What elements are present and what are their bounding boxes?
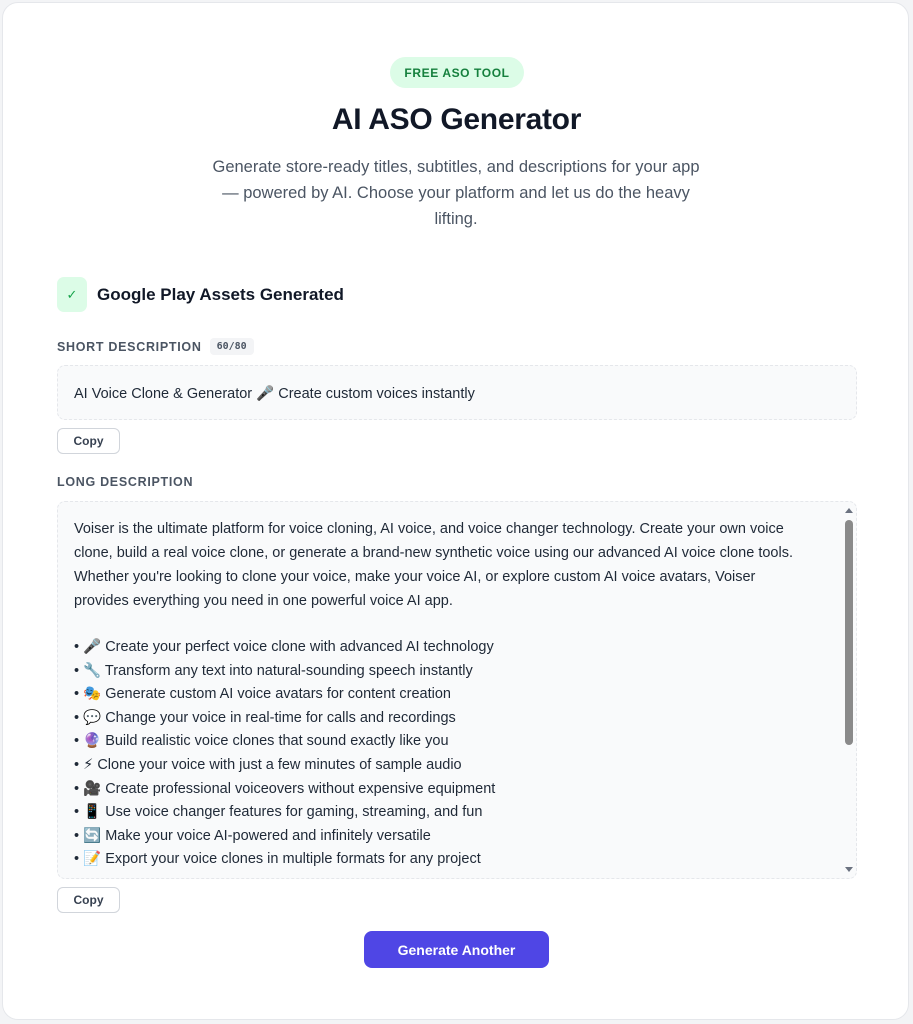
long-description-scrollbar[interactable] (842, 502, 856, 878)
long-description-intro: Voiser is the ultimate platform for voic… (74, 521, 793, 609)
scrollbar-thumb[interactable] (845, 520, 853, 745)
generate-another-button[interactable]: Generate Another (364, 931, 549, 968)
result-status-title: Google Play Assets Generated (97, 284, 344, 304)
list-item: • 📝 Export your voice clones in multiple… (74, 851, 481, 868)
page-subtitle: Generate store-ready titles, subtitles, … (212, 158, 700, 228)
check-icon: ✓ (57, 277, 87, 312)
scroll-up-arrow-icon[interactable] (845, 508, 853, 513)
long-description-content: Voiser is the ultimate platform for voic… (58, 502, 856, 872)
long-description-output[interactable]: Voiser is the ultimate platform for voic… (57, 501, 857, 879)
list-item: • 🔧 Transform any text into natural-soun… (74, 662, 473, 679)
list-item: • 🎤 Create your perfect voice clone with… (74, 639, 494, 655)
short-description-output[interactable]: AI Voice Clone & Generator 🎤 Create cust… (57, 365, 857, 420)
scroll-down-arrow-icon[interactable] (845, 867, 853, 872)
list-item: • 🔄 Make your voice AI-powered and infin… (74, 827, 431, 844)
character-counter: 60/80 (209, 338, 254, 355)
short-description-label: SHORT DESCRIPTION 60/80 (57, 338, 254, 355)
copy-long-description-button[interactable]: Copy (57, 887, 120, 913)
free-tool-badge: FREE ASO TOOL (390, 57, 524, 88)
list-item: • 💬 Change your voice in real-time for c… (74, 709, 456, 726)
page-title: AI ASO Generator (331, 103, 582, 136)
list-item: • 🎥 Create professional voiceovers witho… (74, 780, 496, 797)
long-description-label: LONG DESCRIPTION (57, 475, 194, 489)
short-description-label-text: SHORT DESCRIPTION (57, 339, 202, 354)
result-status: ✓ Google Play Assets Generated (57, 277, 344, 312)
list-item: • ⚡ Clone your voice with just a few min… (74, 756, 462, 773)
list-item: • 🔮 Build realistic voice clones that so… (74, 733, 449, 750)
list-item: • 📱 Use voice changer features for gamin… (74, 804, 483, 821)
short-description-text: AI Voice Clone & Generator 🎤 Create cust… (74, 386, 475, 402)
list-item: • 🎭 Generate custom AI voice avatars for… (74, 686, 451, 703)
aso-generator-card: FREE ASO TOOL AI ASO Generator Generate … (2, 2, 909, 1020)
copy-short-description-button[interactable]: Copy (57, 428, 120, 454)
